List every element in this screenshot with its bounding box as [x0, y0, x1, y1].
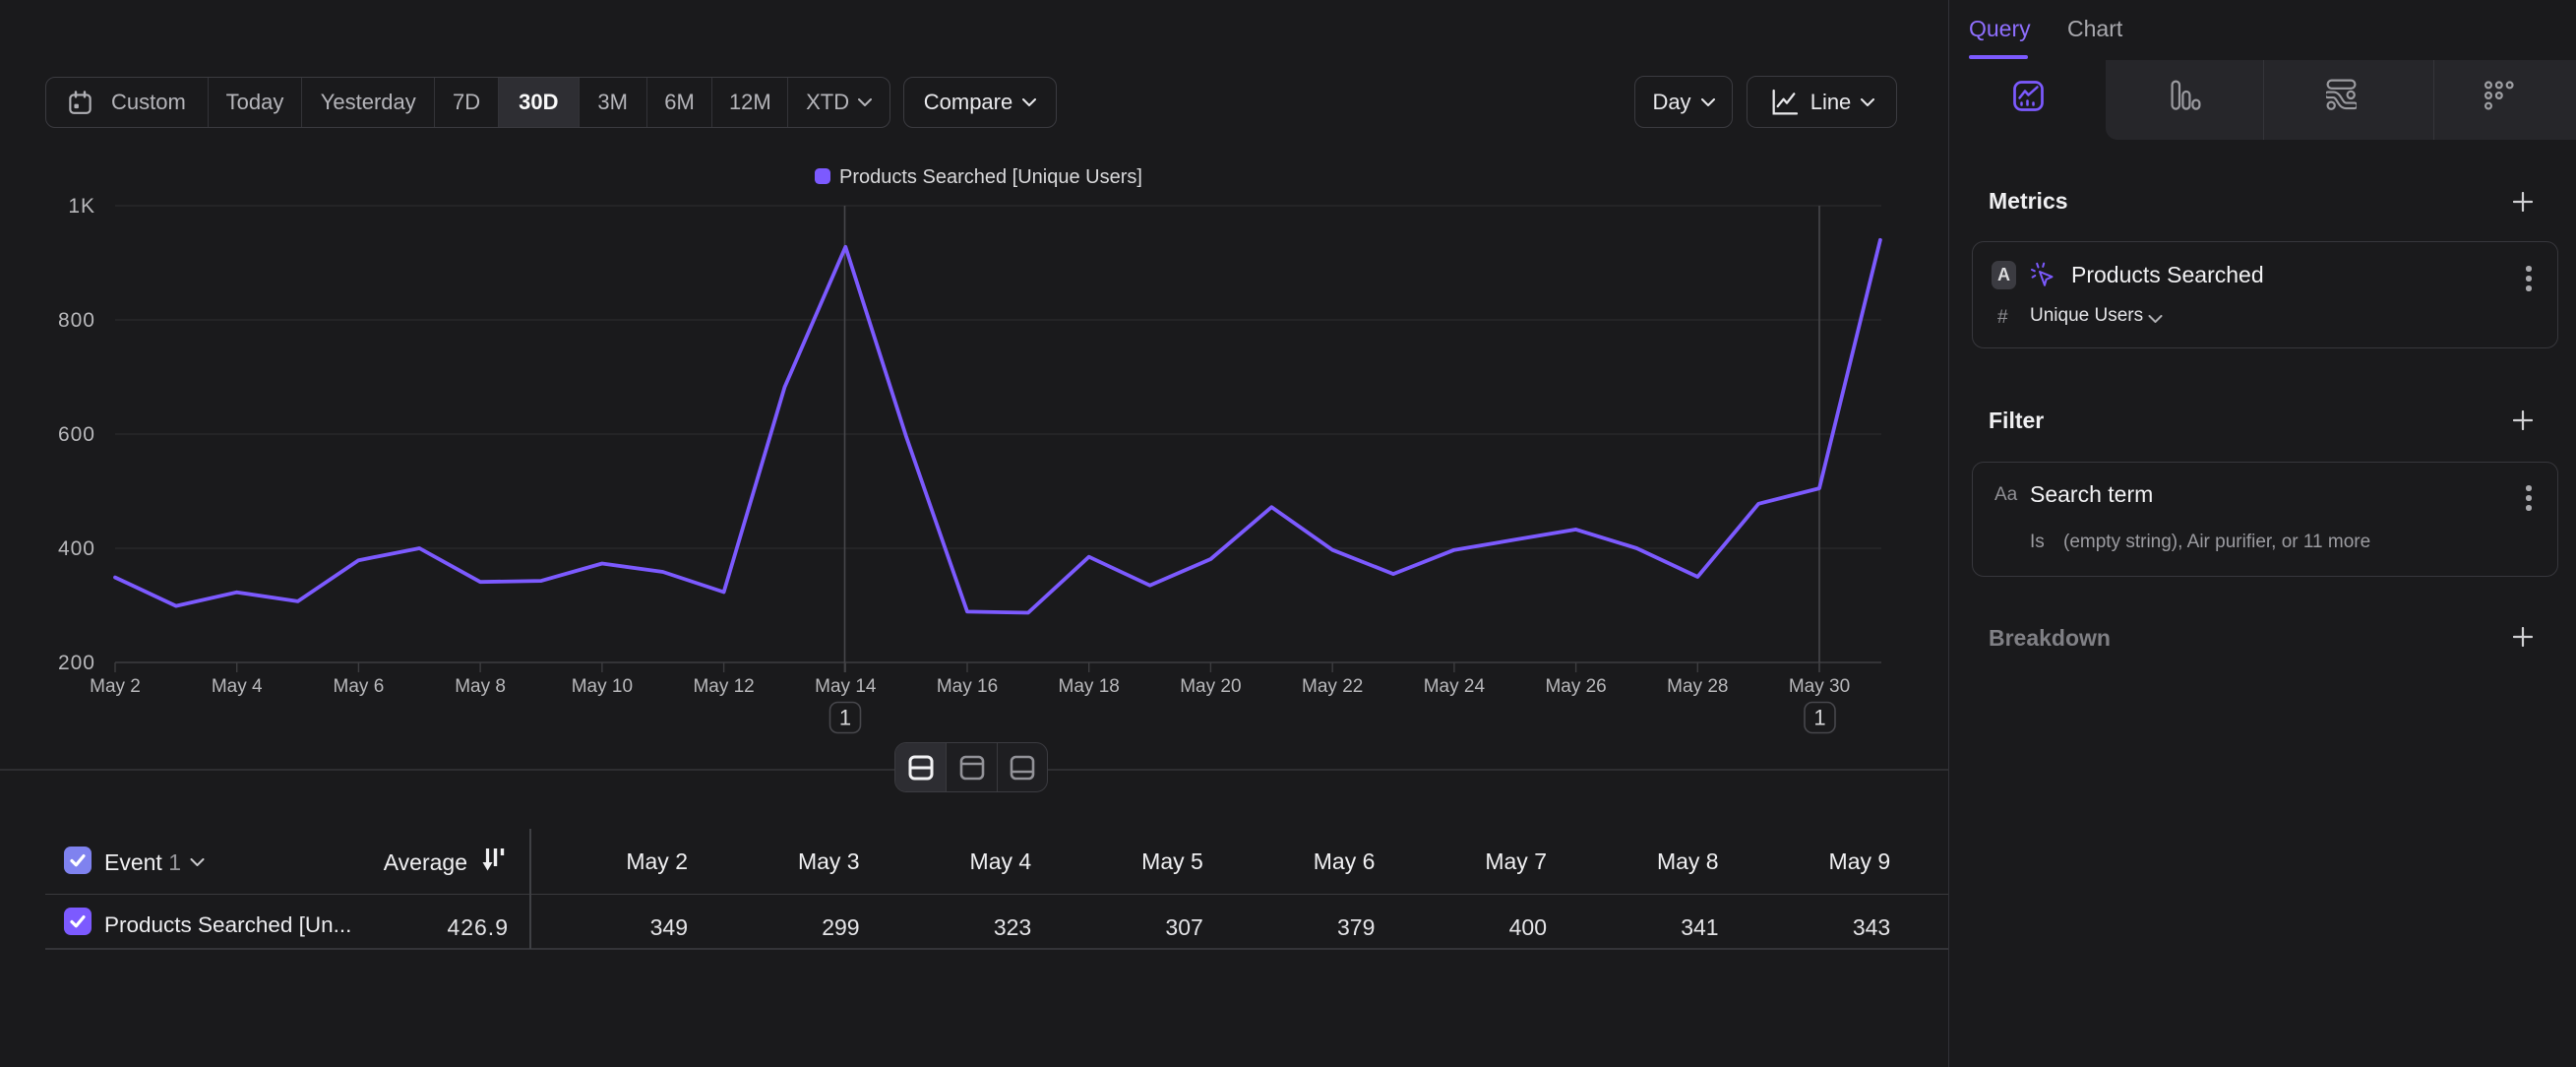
svg-text:May 22: May 22	[1302, 676, 1363, 697]
svg-text:Products Searched [Unique User: Products Searched [Unique Users]	[839, 166, 1142, 188]
svg-text:1: 1	[839, 706, 851, 730]
svg-text:May 18: May 18	[1059, 676, 1120, 697]
svg-text:May 28: May 28	[1667, 676, 1728, 697]
svg-text:May 26: May 26	[1545, 676, 1606, 697]
svg-text:May 2: May 2	[90, 676, 141, 697]
svg-text:May 8: May 8	[455, 676, 506, 697]
svg-text:May 24: May 24	[1424, 676, 1486, 697]
svg-text:May 12: May 12	[693, 676, 754, 697]
svg-text:May 10: May 10	[572, 676, 633, 697]
svg-text:800: 800	[58, 309, 95, 332]
svg-text:400: 400	[58, 537, 95, 560]
svg-text:600: 600	[58, 423, 95, 446]
svg-text:May 20: May 20	[1180, 676, 1241, 697]
svg-text:200: 200	[58, 652, 95, 674]
svg-text:May 16: May 16	[937, 676, 998, 697]
svg-text:May 14: May 14	[815, 676, 877, 697]
svg-text:1: 1	[1813, 706, 1825, 730]
svg-text:May 6: May 6	[334, 676, 385, 697]
svg-text:May 4: May 4	[212, 676, 263, 697]
svg-text:1K: 1K	[68, 195, 95, 218]
svg-text:May 30: May 30	[1789, 676, 1850, 697]
